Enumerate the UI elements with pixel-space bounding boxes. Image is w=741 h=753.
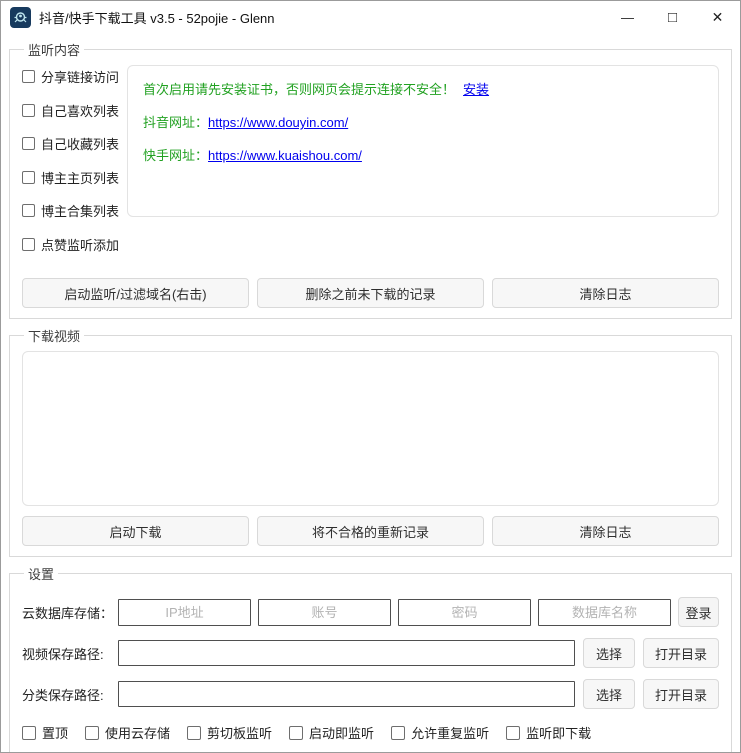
video-path-row: 视频保存路径: 选择 打开目录 bbox=[22, 638, 719, 668]
start-download-button[interactable]: 启动下载 bbox=[22, 516, 249, 546]
checkbox-label: 自己收藏列表 bbox=[41, 137, 120, 152]
delete-undownloaded-records-button[interactable]: 删除之前未下载的记录 bbox=[257, 278, 484, 308]
checkbox-share-link-visit[interactable]: 分享链接访问 bbox=[22, 67, 122, 86]
video-path-label: 视频保存路径: bbox=[22, 646, 104, 662]
checkbox-icon[interactable] bbox=[22, 237, 35, 251]
cloud-password-input[interactable] bbox=[398, 598, 531, 626]
checkbox-like-listen-add[interactable]: 点赞监听添加 bbox=[22, 235, 122, 254]
checkbox-icon[interactable] bbox=[289, 725, 304, 740]
checkbox-label: 允许重复监听 bbox=[411, 726, 490, 741]
download-button-row: 启动下载 将不合格的重新记录 清除日志 bbox=[22, 516, 719, 546]
settings-group-title: 设置 bbox=[28, 567, 55, 582]
checkbox-use-cloud-storage[interactable]: 使用云存储 bbox=[85, 723, 170, 742]
app-window: 抖音/快手下载工具 v3.5 - 52pojie - Glenn — □ ✕ 监… bbox=[0, 0, 741, 753]
checkbox-own-likes-list[interactable]: 自己喜欢列表 bbox=[22, 101, 122, 120]
douyin-url-label: 抖音网址： bbox=[143, 115, 209, 130]
listen-log-area[interactable]: 首次启用请先安装证书，否则网页会提示连接不安全！ 安装 抖音网址：https://… bbox=[127, 65, 719, 217]
download-log-area[interactable] bbox=[22, 351, 719, 506]
download-group-title: 下载视频 bbox=[28, 329, 81, 344]
checkbox-label: 启动即监听 bbox=[309, 726, 375, 741]
classify-path-label: 分类保存路径: bbox=[22, 687, 104, 703]
maximize-button[interactable]: □ bbox=[650, 1, 695, 33]
checkbox-label: 自己喜欢列表 bbox=[41, 103, 120, 119]
checkbox-label: 置顶 bbox=[42, 726, 69, 741]
cert-notice-text: 首次启用请先安装证书，否则网页会提示连接不安全！ bbox=[143, 82, 456, 97]
minimize-button[interactable]: — bbox=[605, 1, 650, 33]
checkbox-icon[interactable] bbox=[22, 204, 35, 217]
kuaishou-url-link[interactable]: https://www.kuaishou.com/ bbox=[208, 148, 362, 163]
install-cert-link[interactable]: 安装 bbox=[463, 82, 489, 97]
close-button[interactable]: ✕ bbox=[695, 1, 740, 33]
checkbox-blogger-collection-list[interactable]: 博主合集列表 bbox=[22, 201, 122, 220]
douyin-url-link[interactable]: https://www.douyin.com/ bbox=[208, 115, 348, 130]
settings-group: 设置 云数据库存储： 登录 视频保存路径: 选择 打开目录 分类保存路径: 选择… bbox=[9, 564, 732, 752]
listen-group-title: 监听内容 bbox=[28, 43, 81, 58]
cloud-db-label: 云数据库存储： bbox=[22, 605, 114, 621]
checkbox-label: 博主主页列表 bbox=[41, 170, 120, 186]
checkbox-blogger-homepage-list[interactable]: 博主主页列表 bbox=[22, 168, 122, 187]
checkbox-icon[interactable] bbox=[85, 725, 100, 740]
checkbox-label: 使用云存储 bbox=[105, 726, 171, 741]
checkbox-always-on-top[interactable]: 置顶 bbox=[22, 723, 68, 742]
clear-listen-log-button[interactable]: 清除日志 bbox=[492, 278, 719, 308]
checkbox-icon[interactable] bbox=[22, 725, 36, 740]
video-path-select-button[interactable]: 选择 bbox=[583, 638, 635, 668]
classify-path-input[interactable] bbox=[118, 681, 575, 707]
listen-button-row: 启动监听/过滤域名(右击) 删除之前未下载的记录 清除日志 bbox=[22, 278, 719, 308]
video-path-input[interactable] bbox=[118, 640, 575, 666]
cloud-db-row: 云数据库存储： 登录 bbox=[22, 597, 719, 627]
checkbox-icon[interactable] bbox=[506, 725, 521, 740]
download-group: 下载视频 启动下载 将不合格的重新记录 清除日志 bbox=[9, 326, 732, 557]
checkbox-icon[interactable] bbox=[187, 725, 202, 740]
login-button[interactable]: 登录 bbox=[678, 597, 719, 627]
checkbox-label: 监听即下载 bbox=[526, 726, 592, 741]
clear-download-log-button[interactable]: 清除日志 bbox=[492, 516, 719, 546]
start-listen-filter-domain-button[interactable]: 启动监听/过滤域名(右击) bbox=[22, 278, 249, 308]
douyin-url-line: 抖音网址：https://www.douyin.com/ bbox=[143, 112, 703, 131]
options-row-1: 置顶 使用云存储 剪切板监听 启动即监听 允许重复监听 监听即下载 bbox=[22, 723, 719, 742]
cloud-account-input[interactable] bbox=[258, 598, 391, 626]
listen-checkbox-column: 分享链接访问 自己喜欢列表 自己收藏列表 博主主页列表 博主合集列表 点赞监听添… bbox=[22, 65, 122, 268]
checkbox-own-favorites-list[interactable]: 自己收藏列表 bbox=[22, 134, 122, 153]
video-path-open-button[interactable]: 打开目录 bbox=[643, 638, 719, 668]
checkbox-icon[interactable] bbox=[391, 725, 406, 740]
checkbox-label: 分享链接访问 bbox=[41, 70, 120, 85]
cloud-dbname-input[interactable] bbox=[538, 598, 671, 626]
window-controls: — □ ✕ bbox=[605, 1, 740, 33]
kuaishou-url-label: 快手网址： bbox=[143, 148, 209, 163]
checkbox-allow-repeat-listen[interactable]: 允许重复监听 bbox=[391, 723, 489, 742]
cert-notice-line: 首次启用请先安装证书，否则网页会提示连接不安全！ 安装 bbox=[143, 79, 703, 98]
listen-group: 监听内容 分享链接访问 自己喜欢列表 自己收藏列表 博主主页列表 博主合集列表 … bbox=[9, 40, 732, 319]
main-content: 监听内容 分享链接访问 自己喜欢列表 自己收藏列表 博主主页列表 博主合集列表 … bbox=[1, 40, 740, 752]
classify-path-row: 分类保存路径: 选择 打开目录 bbox=[22, 679, 719, 709]
checkbox-icon[interactable] bbox=[22, 70, 35, 83]
checkbox-clipboard-listen[interactable]: 剪切板监听 bbox=[187, 723, 272, 742]
rerecord-failed-button[interactable]: 将不合格的重新记录 bbox=[257, 516, 484, 546]
checkbox-label: 点赞监听添加 bbox=[41, 237, 120, 253]
checkbox-label: 剪切板监听 bbox=[207, 726, 273, 741]
cloud-ip-input[interactable] bbox=[118, 598, 251, 626]
checkbox-download-on-listen[interactable]: 监听即下载 bbox=[506, 723, 591, 742]
checkbox-label: 博主合集列表 bbox=[41, 204, 120, 219]
classify-path-select-button[interactable]: 选择 bbox=[583, 679, 635, 709]
title-bar: 抖音/快手下载工具 v3.5 - 52pojie - Glenn — □ ✕ bbox=[1, 1, 740, 33]
checkbox-icon[interactable] bbox=[22, 170, 35, 184]
kuaishou-url-line: 快手网址：https://www.kuaishou.com/ bbox=[143, 145, 703, 164]
classify-path-open-button[interactable]: 打开目录 bbox=[643, 679, 719, 709]
checkbox-icon[interactable] bbox=[22, 137, 35, 150]
listen-body: 分享链接访问 自己喜欢列表 自己收藏列表 博主主页列表 博主合集列表 点赞监听添… bbox=[22, 65, 719, 268]
window-title: 抖音/快手下载工具 v3.5 - 52pojie - Glenn bbox=[39, 10, 275, 26]
checkbox-icon[interactable] bbox=[22, 103, 35, 117]
checkbox-listen-on-start[interactable]: 启动即监听 bbox=[289, 723, 374, 742]
app-icon bbox=[10, 6, 31, 28]
